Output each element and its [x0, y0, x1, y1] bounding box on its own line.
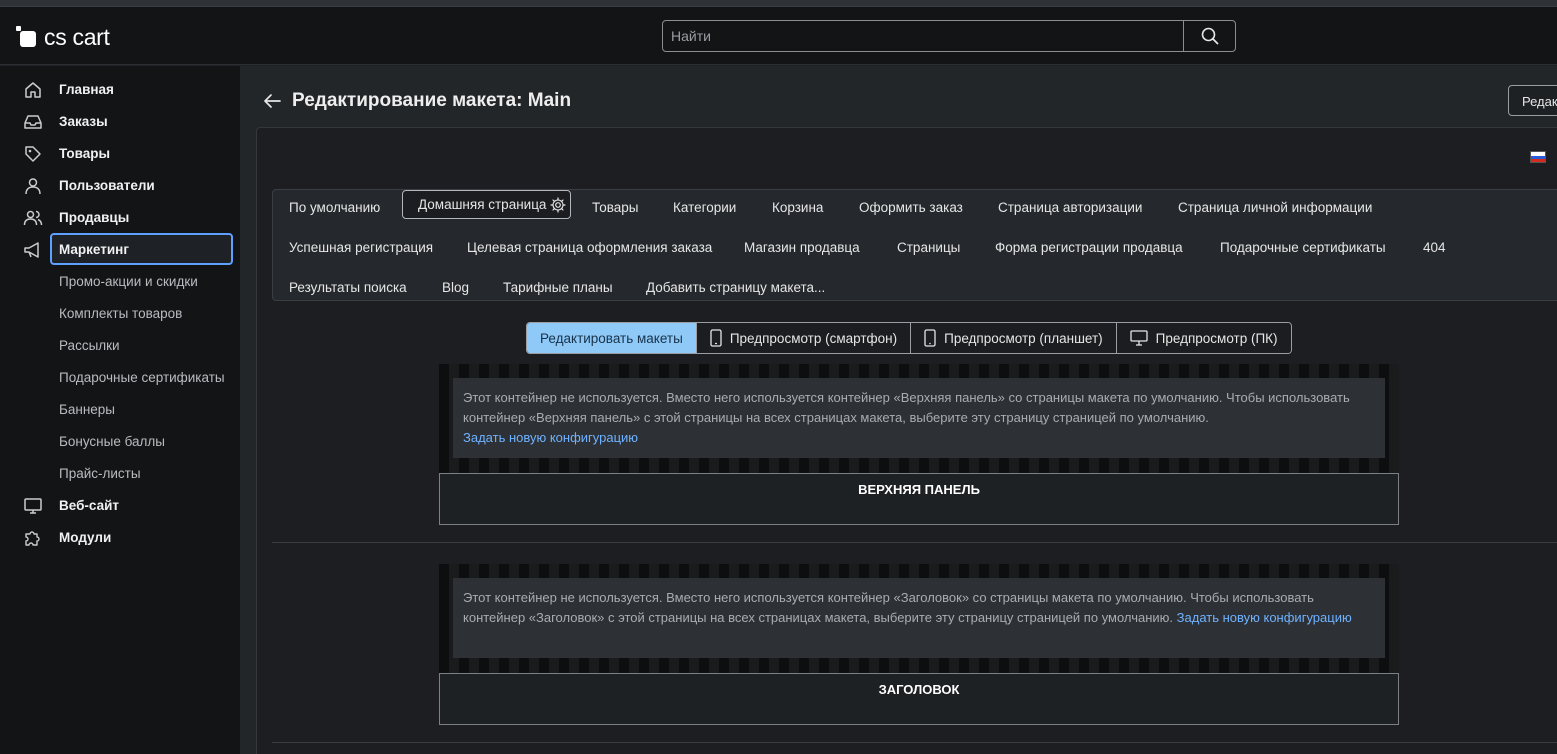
- search-icon: [1201, 27, 1218, 45]
- submenu-item-bundles[interactable]: Комплекты товаров: [59, 306, 182, 321]
- top-header: cs cart: [0, 7, 1557, 65]
- mode-preview-smartphone-button[interactable]: Предпросмотр (смартфон): [696, 323, 912, 353]
- tab-cart[interactable]: Корзина: [772, 200, 823, 215]
- container-notice: Этот контейнер не используется. Вместо н…: [453, 578, 1385, 658]
- submenu-item-price-lists[interactable]: Прайс-листы: [59, 466, 141, 481]
- tab-registration-success[interactable]: Успешная регистрация: [289, 240, 433, 255]
- sidebar-item-label: Веб-сайт: [59, 497, 120, 513]
- tab-add-layout-page[interactable]: Добавить страницу макета...: [646, 280, 825, 295]
- monitor-icon: [1130, 330, 1148, 346]
- mode-label: Предпросмотр (планшет): [944, 330, 1103, 346]
- layout-tabs: По умолчанию Домашняя страница Товары Ка…: [272, 189, 1557, 301]
- view-mode-switcher: Редактировать макеты Предпросмотр (смарт…: [526, 322, 1292, 354]
- sidebar-item-label: Товары: [59, 145, 111, 161]
- logo-text: cs cart: [44, 23, 110, 50]
- tablet-icon: [924, 329, 936, 347]
- logo[interactable]: cs cart: [16, 23, 110, 51]
- mode-label: Предпросмотр (ПК): [1155, 330, 1278, 346]
- notice-text: Этот контейнер не используется. Вместо н…: [463, 390, 1350, 425]
- tab-home-page[interactable]: Домашняя страница: [402, 190, 572, 219]
- sidebar-item-website[interactable]: Веб-сайт: [0, 489, 240, 521]
- set-new-configuration-link[interactable]: Задать новую конфигурацию: [1177, 610, 1352, 625]
- container-top-panel[interactable]: ВЕРХНЯЯ ПАНЕЛЬ: [439, 473, 1399, 525]
- sidebar-item-label: Пользователи: [59, 177, 155, 193]
- back-arrow-icon[interactable]: [262, 92, 282, 110]
- mode-edit-layouts-button[interactable]: Редактировать макеты: [527, 323, 697, 353]
- submenu-item-gift-certificates[interactable]: Подарочные сертификаты: [59, 370, 225, 385]
- inbox-icon: [22, 111, 44, 133]
- tab-plans[interactable]: Тарифные планы: [503, 280, 613, 295]
- container-header[interactable]: ЗАГОЛОВОК: [439, 673, 1399, 725]
- tab-blog[interactable]: Blog: [442, 280, 469, 295]
- sidebar-item-label: Маркетинг: [59, 241, 129, 257]
- tab-search-results[interactable]: Результаты поиска: [289, 280, 407, 295]
- sidebar-item-users[interactable]: Пользователи: [0, 169, 240, 201]
- tab-gift-certificates[interactable]: Подарочные сертификаты: [1220, 240, 1386, 255]
- submenu-item-newsletters[interactable]: Рассылки: [59, 338, 120, 353]
- sidebar-item-label: Продавцы: [59, 209, 130, 225]
- tab-vendor-store[interactable]: Магазин продавца: [744, 240, 860, 255]
- tab-login[interactable]: Страница авторизации: [998, 200, 1142, 215]
- tag-icon: [22, 143, 44, 165]
- search-input[interactable]: [663, 21, 1183, 51]
- sidebar-item-products[interactable]: Товары: [0, 137, 240, 169]
- mode-label: Предпросмотр (смартфон): [729, 330, 898, 346]
- container-title: ЗАГОЛОВОК: [878, 682, 960, 697]
- edit-layout-button[interactable]: Редак: [1508, 85, 1557, 116]
- tab-pages[interactable]: Страницы: [897, 240, 960, 255]
- sidebar-item-label: Главная: [59, 81, 114, 97]
- tab-default[interactable]: По умолчанию: [289, 200, 380, 215]
- sidebar-item-label: Модули: [59, 529, 112, 545]
- smartphone-icon: [710, 329, 722, 347]
- tab-404[interactable]: 404: [1423, 240, 1446, 255]
- browser-top-strip: [0, 0, 1557, 7]
- mode-preview-tablet-button[interactable]: Предпросмотр (планшет): [911, 323, 1117, 353]
- users-icon: [22, 207, 44, 229]
- mode-label: Редактировать макеты: [540, 330, 683, 346]
- language-flag-ru[interactable]: [1530, 151, 1546, 163]
- sidebar-item-home[interactable]: Главная: [0, 73, 240, 105]
- container-title: ВЕРХНЯЯ ПАНЕЛЬ: [858, 482, 980, 497]
- sidebar-item-vendors[interactable]: Продавцы: [0, 201, 240, 233]
- megaphone-icon: [22, 239, 44, 261]
- submenu-item-reward-points[interactable]: Бонусные баллы: [59, 434, 165, 449]
- sidebar-item-orders[interactable]: Заказы: [0, 105, 240, 137]
- puzzle-icon: [22, 527, 44, 549]
- tab-checkout-landing[interactable]: Целевая страница оформления заказа: [467, 240, 712, 255]
- section-divider: [272, 542, 1557, 543]
- submenu-item-banners[interactable]: Баннеры: [59, 402, 115, 417]
- tab-label: Домашняя страница: [418, 197, 547, 212]
- mode-preview-pc-button[interactable]: Предпросмотр (ПК): [1116, 323, 1291, 353]
- set-new-configuration-link[interactable]: Задать новую конфигурацию: [463, 430, 638, 445]
- sidebar-item-label: Заказы: [59, 113, 108, 129]
- search-button[interactable]: [1183, 21, 1235, 51]
- search-bar: [662, 20, 1236, 52]
- tab-profile[interactable]: Страница личной информации: [1178, 200, 1372, 215]
- sidebar-item-addons[interactable]: Модули: [0, 521, 240, 553]
- tab-products[interactable]: Товары: [592, 200, 638, 215]
- gear-icon[interactable]: [550, 197, 567, 213]
- sidebar-item-marketing[interactable]: Маркетинг: [0, 233, 240, 265]
- tab-vendor-registration[interactable]: Форма регистрации продавца: [995, 240, 1183, 255]
- page-title: Редактирование макета: Main: [292, 90, 572, 111]
- logo-mark-icon: [16, 26, 38, 48]
- tab-categories[interactable]: Категории: [673, 200, 736, 215]
- container-notice: Этот контейнер не используется. Вместо н…: [453, 378, 1385, 458]
- submenu-item-promotions[interactable]: Промо-акции и скидки: [59, 274, 198, 289]
- monitor-icon: [22, 495, 44, 517]
- section-divider: [272, 742, 1557, 743]
- user-icon: [22, 175, 44, 197]
- home-icon: [22, 79, 44, 101]
- tab-checkout[interactable]: Оформить заказ: [859, 200, 963, 215]
- sidebar: Главная Заказы Товары Пользователи Прода…: [0, 66, 240, 754]
